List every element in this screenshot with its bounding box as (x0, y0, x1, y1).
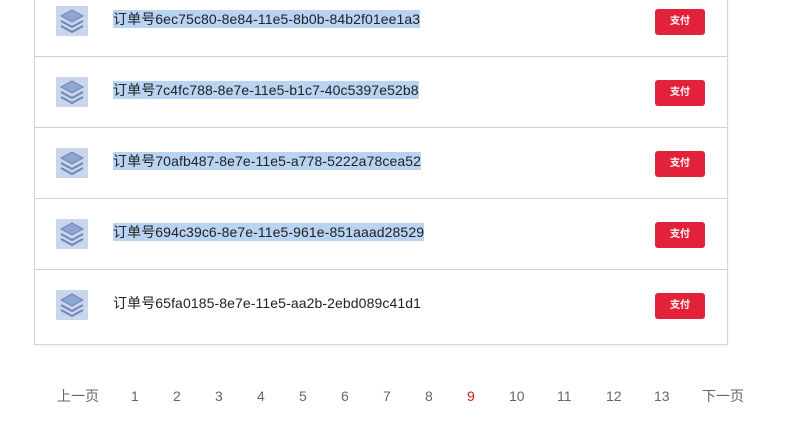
pagination: 上一页 1 2 3 4 5 6 7 8 9 10 11 12 13 下一页 (0, 386, 788, 406)
order-page: 订单号6ec75c80-8e84-11e5-8b0b-84b2f01ee1a3 … (0, 0, 788, 435)
stack-icon (56, 148, 88, 178)
page-link-3[interactable]: 3 (215, 386, 223, 406)
page-link-7[interactable]: 7 (383, 386, 391, 406)
order-row: 订单号65fa0185-8e7e-11e5-aa2b-2ebd089c41d1 … (35, 270, 727, 344)
order-row: 订单号6ec75c80-8e84-11e5-8b0b-84b2f01ee1a3 … (35, 0, 727, 57)
order-number: 订单号70afb487-8e7e-11e5-a778-5222a78cea52 (113, 152, 421, 170)
page-link-11[interactable]: 11 (557, 386, 572, 406)
page-link-13[interactable]: 13 (654, 386, 670, 406)
page-link-9-current[interactable]: 9 (467, 386, 475, 406)
pay-button[interactable]: 支付 (655, 151, 705, 177)
next-page-link[interactable]: 下一页 (702, 386, 744, 406)
page-link-12[interactable]: 12 (606, 386, 622, 406)
order-row: 订单号694c39c6-8e7e-11e5-961e-851aaad28529 … (35, 199, 727, 270)
pay-button[interactable]: 支付 (655, 222, 705, 248)
order-row: 订单号7c4fc788-8e7e-11e5-b1c7-40c5397e52b8 … (35, 57, 727, 128)
stack-icon (56, 77, 88, 107)
page-link-4[interactable]: 4 (257, 386, 265, 406)
order-row: 订单号70afb487-8e7e-11e5-a778-5222a78cea52 … (35, 128, 727, 199)
stack-icon (56, 219, 88, 249)
order-number: 订单号65fa0185-8e7e-11e5-aa2b-2ebd089c41d1 (113, 295, 421, 311)
stack-icon (56, 290, 88, 320)
order-list: 订单号6ec75c80-8e84-11e5-8b0b-84b2f01ee1a3 … (34, 0, 728, 345)
pay-button[interactable]: 支付 (655, 80, 705, 106)
page-link-8[interactable]: 8 (425, 386, 433, 406)
order-number: 订单号6ec75c80-8e84-11e5-8b0b-84b2f01ee1a3 (113, 10, 421, 28)
page-link-6[interactable]: 6 (341, 386, 349, 406)
page-link-10[interactable]: 10 (509, 386, 525, 406)
stack-icon (56, 6, 88, 36)
page-link-5[interactable]: 5 (299, 386, 307, 406)
page-link-2[interactable]: 2 (173, 386, 181, 406)
page-link-1[interactable]: 1 (131, 386, 139, 406)
order-number: 订单号7c4fc788-8e7e-11e5-b1c7-40c5397e52b8 (113, 81, 419, 99)
order-number: 订单号694c39c6-8e7e-11e5-961e-851aaad28529 (113, 223, 425, 241)
prev-page-link[interactable]: 上一页 (57, 386, 99, 406)
pay-button[interactable]: 支付 (655, 293, 705, 319)
pay-button[interactable]: 支付 (655, 9, 705, 35)
